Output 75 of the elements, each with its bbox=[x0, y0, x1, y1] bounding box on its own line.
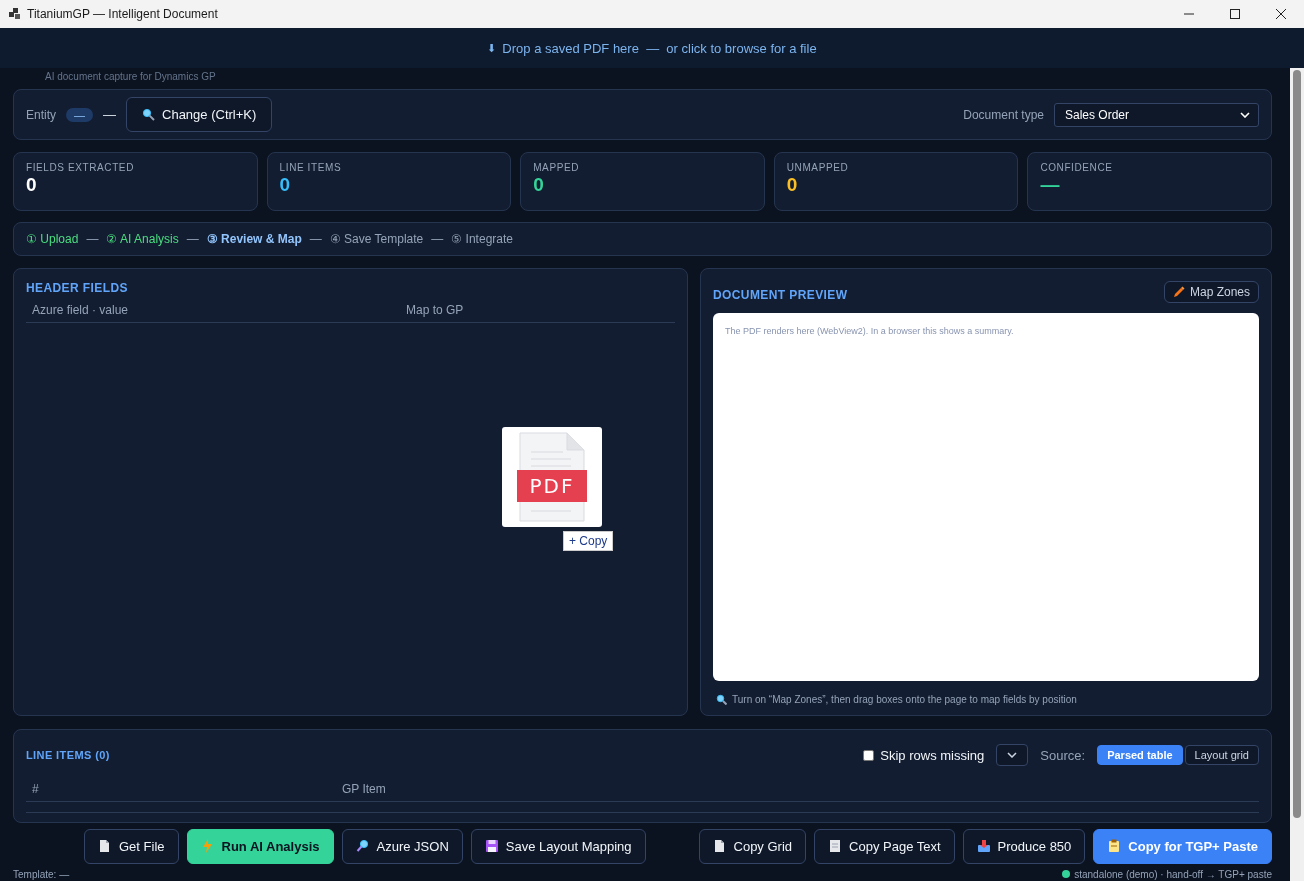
close-icon bbox=[1274, 7, 1288, 21]
map-zones-button[interactable]: Map Zones bbox=[1163, 281, 1259, 303]
stat-value: 0 bbox=[533, 174, 545, 196]
action-button[interactable]: Copy for TGP+ Paste bbox=[1093, 828, 1272, 864]
workflow-step: ④ Save Template bbox=[329, 232, 424, 246]
change-button[interactable]: Change (Ctrl+K) bbox=[126, 97, 273, 132]
panel-title: HEADER FIELDS bbox=[26, 281, 129, 295]
download-arrow-icon: ⬇ bbox=[487, 41, 497, 55]
stat-label: MAPPED bbox=[533, 162, 581, 173]
step-separator: — bbox=[186, 232, 199, 246]
column-header: Azure field · value bbox=[32, 303, 130, 317]
magnifier-icon bbox=[355, 839, 370, 853]
step-separator: — bbox=[309, 232, 322, 246]
stat-label: CONFIDENCE bbox=[1040, 162, 1114, 173]
action-button[interactable]: Copy Grid bbox=[698, 828, 807, 864]
outbox-icon bbox=[976, 839, 991, 853]
connection-status: standalone (demo) · hand-off → TGP+ paste bbox=[1074, 868, 1272, 880]
source-toggle[interactable]: Layout grid bbox=[1184, 745, 1259, 765]
document-type-label: Document type bbox=[963, 107, 1044, 122]
step-separator: — bbox=[86, 232, 99, 246]
workflow-step: ⑤ Integrate bbox=[451, 232, 513, 246]
action-button[interactable]: Azure JSON bbox=[341, 828, 463, 864]
stat-value: 0 bbox=[279, 174, 292, 196]
column-header: GP Item bbox=[342, 782, 386, 796]
app-icon bbox=[9, 8, 21, 20]
chevron-down-icon bbox=[1007, 752, 1018, 758]
page-icon bbox=[828, 839, 843, 853]
scrollbar[interactable] bbox=[1290, 68, 1304, 881]
search-icon bbox=[142, 108, 155, 121]
action-button[interactable]: Produce 850 bbox=[962, 828, 1086, 864]
magnifier-icon bbox=[716, 694, 727, 705]
skip-rows-checkbox[interactable]: Skip rows missing bbox=[863, 747, 985, 763]
step-separator: — bbox=[431, 232, 444, 246]
status-dot-icon bbox=[1062, 870, 1071, 878]
entity-badge: — bbox=[66, 107, 93, 122]
column-header: # bbox=[32, 782, 40, 796]
hint-text: Turn on “Map Zones”, then drag boxes onto the page to map fields by position bbox=[732, 694, 1077, 705]
action-button[interactable]: Get File bbox=[84, 828, 179, 864]
stat-value: 0 bbox=[786, 174, 799, 196]
clipboard-icon bbox=[1107, 839, 1122, 853]
workflow-step: ② AI Analysis bbox=[106, 232, 179, 246]
pdf-label: PDF bbox=[517, 470, 587, 502]
source-label: Source: bbox=[1040, 747, 1086, 763]
action-button[interactable]: Copy Page Text bbox=[814, 828, 955, 864]
workflow-step: ① Upload bbox=[26, 232, 79, 246]
template-status: Template: — bbox=[13, 868, 70, 880]
drop-banner[interactable]: ⬇ Drop a saved PDF here — or click to browse for a file bbox=[0, 28, 1304, 68]
stat-value: — bbox=[1040, 174, 1061, 196]
entity-label: Entity bbox=[26, 107, 56, 122]
subtitle: AI document capture for Dynamics GP bbox=[44, 70, 217, 84]
workflow-step: ③ Review & Map bbox=[206, 232, 302, 246]
action-button[interactable]: Save Layout Mapping bbox=[470, 828, 646, 864]
maximize-icon bbox=[1228, 7, 1242, 21]
copy-tooltip: + Copy bbox=[563, 531, 614, 551]
stat-value: 0 bbox=[26, 174, 38, 196]
window-title: TitaniumGP — Intelligent Document bbox=[27, 7, 218, 21]
scrollbar-thumb[interactable] bbox=[1293, 70, 1301, 818]
chevron-down-icon bbox=[1240, 111, 1250, 118]
panel-title: LINE ITEMS (0) bbox=[26, 749, 110, 761]
column-header: Map to GP bbox=[406, 303, 464, 317]
document-icon bbox=[98, 839, 112, 853]
document-type-dropdown[interactable]: Sales Order bbox=[1054, 102, 1259, 127]
preview-placeholder-text: The PDF renders here (WebView2). In a browser this shows a summary. bbox=[725, 326, 1015, 336]
pencil-icon bbox=[1172, 286, 1185, 298]
stat-label: UNMAPPED bbox=[786, 162, 850, 173]
separator-dash: — bbox=[103, 107, 116, 122]
source-toggle[interactable]: Parsed table bbox=[1097, 745, 1183, 765]
panel-title: DOCUMENT PREVIEW bbox=[713, 288, 848, 302]
stat-label: LINE ITEMS bbox=[279, 162, 343, 173]
document-icon bbox=[712, 839, 727, 853]
column-dropdown[interactable] bbox=[996, 744, 1029, 766]
drop-text: Drop a saved PDF here — or click to browse for a file bbox=[502, 40, 817, 56]
stat-label: FIELDS EXTRACTED bbox=[26, 162, 135, 173]
lightning-icon bbox=[200, 839, 215, 853]
action-button[interactable]: Run AI Analysis bbox=[186, 828, 334, 864]
